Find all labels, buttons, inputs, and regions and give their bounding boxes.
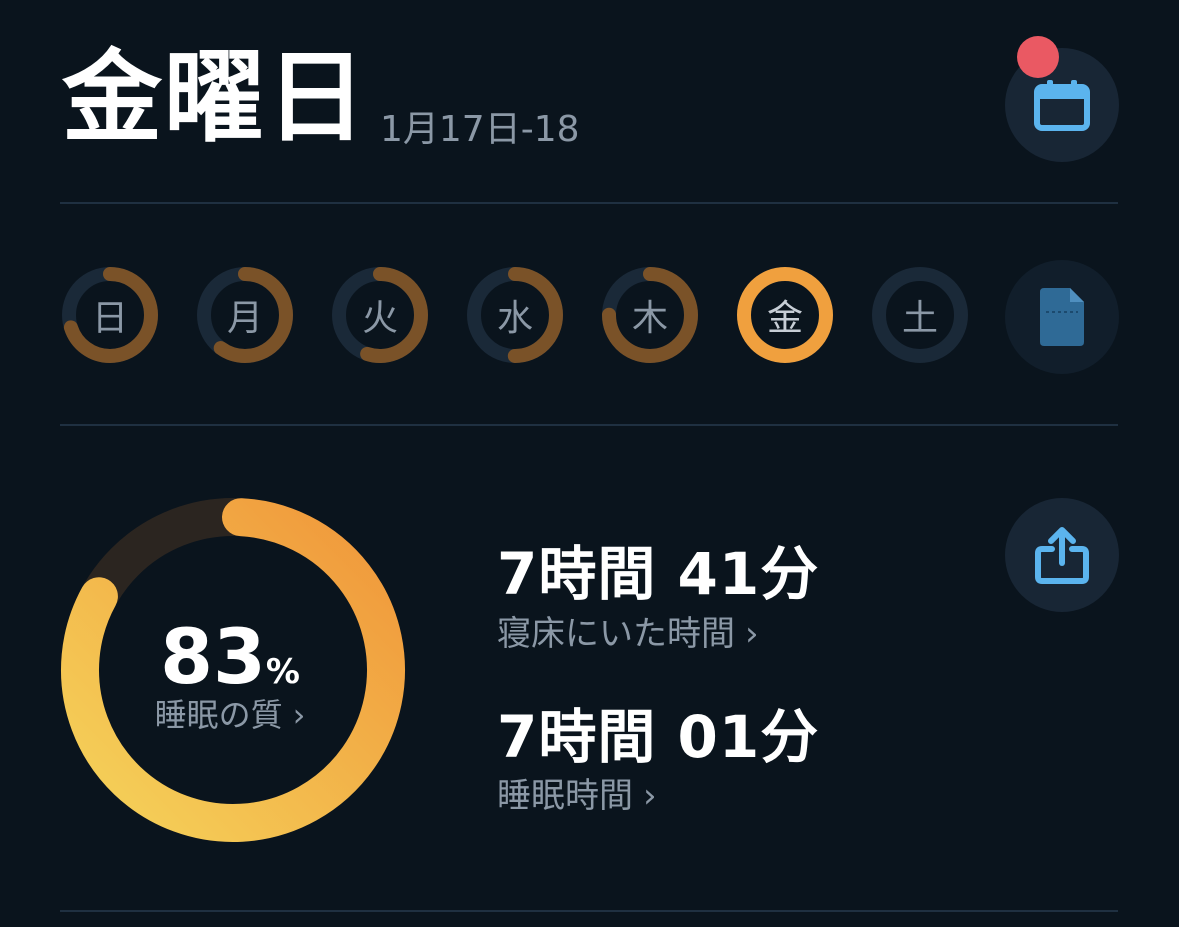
divider: [60, 424, 1118, 426]
day-label: 土: [901, 298, 938, 339]
time-in-bed-value: 7時間 41分: [497, 540, 820, 608]
day-label: 火: [361, 298, 398, 339]
day-ring-5[interactable]: 金: [735, 265, 835, 365]
document-icon: [1040, 288, 1084, 346]
share-button[interactable]: [1005, 498, 1119, 612]
day-label: 木: [631, 298, 668, 339]
day-label: 金: [766, 298, 803, 339]
day-label: 月: [226, 298, 263, 339]
share-icon: [1035, 527, 1089, 584]
quality-link[interactable]: 睡眠の質 ›: [110, 690, 350, 736]
sleep-time-label: 睡眠時間: [497, 776, 633, 816]
day-ring-0[interactable]: 日: [60, 265, 160, 365]
report-button[interactable]: [1005, 260, 1119, 374]
day-ring-4[interactable]: 木: [600, 265, 700, 365]
quality-unit: %: [265, 652, 300, 692]
chevron-right-icon: ›: [292, 696, 306, 734]
day-label: 水: [496, 298, 533, 339]
sleep-time-value: 7時間 01分: [497, 703, 820, 771]
quality-label: 睡眠の質: [154, 696, 283, 734]
sleep-day-screen: 金曜日 1月17日-18 日 月 火 水 木 金 土 83% 睡眠の質 › 7時間 41分 …: [0, 0, 1179, 927]
day-label: 日: [91, 298, 128, 339]
chevron-right-icon: ›: [643, 776, 657, 816]
time-in-bed-link[interactable]: 寝床にいた時間 ›: [497, 606, 759, 655]
notification-dot: [1017, 36, 1059, 78]
divider: [60, 202, 1118, 204]
page-title: 金曜日: [62, 39, 368, 156]
date-range: 1月17日-18: [380, 109, 580, 150]
quality-value: 83: [160, 612, 266, 701]
quality-percentage: 83%: [110, 612, 350, 701]
divider: [60, 910, 1118, 912]
day-ring-2[interactable]: 火: [330, 265, 430, 365]
time-in-bed-label: 寝床にいた時間: [497, 614, 735, 654]
calendar-icon: [1034, 80, 1090, 131]
day-ring-1[interactable]: 月: [195, 265, 295, 365]
day-ring-6[interactable]: 土: [870, 265, 970, 365]
day-ring-3[interactable]: 水: [465, 265, 565, 365]
sleep-time-link[interactable]: 睡眠時間 ›: [497, 768, 657, 817]
chevron-right-icon: ›: [745, 614, 759, 654]
